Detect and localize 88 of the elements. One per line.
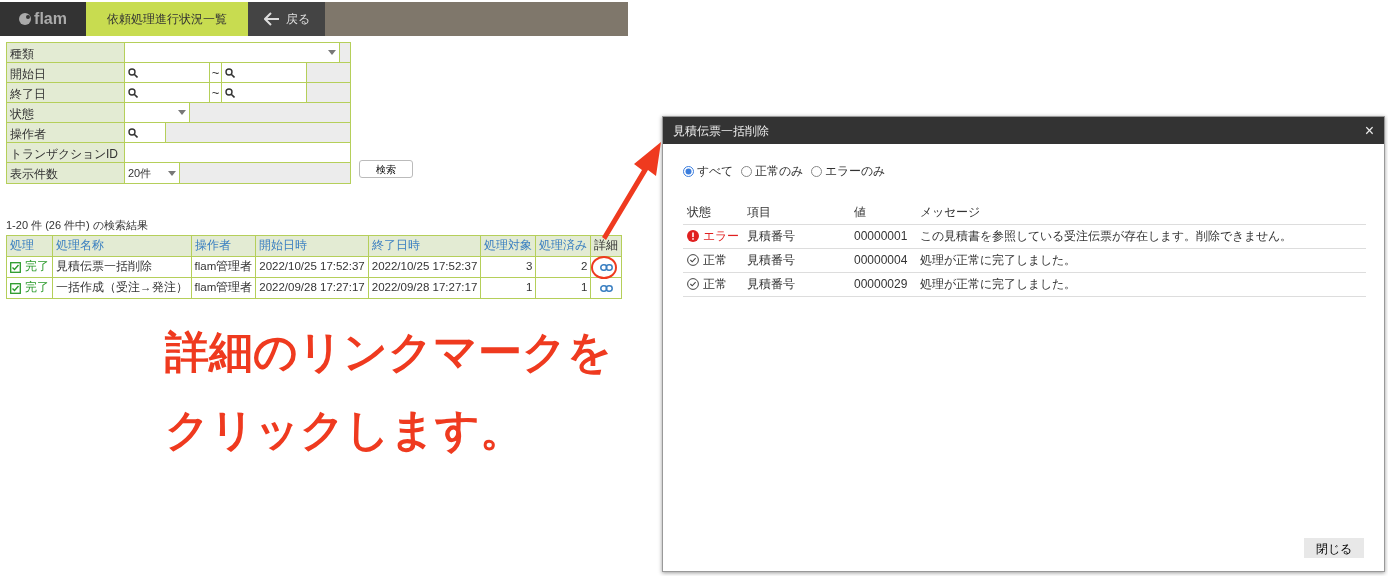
status-text: 正常 — [703, 277, 727, 291]
table-cell: 2022/10/25 17:52:37 — [255, 256, 369, 278]
select-field[interactable]: 20件 — [125, 163, 180, 183]
table-cell: 見積番号 — [743, 248, 850, 272]
table-cell: 処理が正常に完了しました。 — [916, 248, 1366, 272]
back-arrow-icon — [263, 12, 280, 26]
radio-option[interactable]: すべて — [683, 162, 733, 180]
date-field[interactable] — [222, 63, 307, 82]
link-icon[interactable] — [599, 263, 613, 271]
field-label: 種類 — [7, 43, 125, 62]
radio-icon[interactable] — [811, 165, 822, 177]
radio-label: エラーのみ — [825, 163, 885, 180]
column-header: 状態 — [683, 200, 743, 224]
table-cell: 一括作成（受注→発注） — [52, 277, 191, 299]
radio-option[interactable]: 正常のみ — [741, 162, 803, 180]
table-cell: 1 — [480, 277, 536, 299]
close-button[interactable]: × — [1364, 122, 1374, 139]
field-label: トランザクションID — [7, 143, 125, 162]
radio-icon[interactable] — [683, 165, 694, 177]
link-icon[interactable] — [599, 284, 613, 292]
range-separator: ~ — [211, 63, 220, 82]
table-cell: 1 — [535, 277, 591, 299]
search-button[interactable]: 検索 — [359, 160, 413, 178]
result-summary: 1-20 件 (26 件中) の検索結果 — [6, 218, 149, 231]
column-header[interactable]: 処理 — [6, 235, 53, 257]
column-header[interactable]: 操作者 — [191, 235, 256, 257]
close-dialog-button[interactable]: 閉じる — [1304, 538, 1364, 558]
radio-label: すべて — [697, 163, 733, 180]
field-label: 状態 — [7, 103, 125, 122]
table-cell: 3 — [480, 256, 536, 278]
column-header: 詳細 — [590, 235, 622, 257]
table-cell: 2022/10/25 17:52:37 — [368, 256, 481, 278]
table-cell: 2022/09/28 17:27:17 — [255, 277, 369, 299]
table-cell: 2022/09/28 17:27:17 — [368, 277, 481, 299]
logo-mark-icon — [19, 13, 32, 25]
select-value: 20件 — [128, 165, 152, 181]
field-label: 開始日 — [7, 63, 125, 82]
date-field[interactable] — [222, 83, 307, 102]
search-icon — [225, 67, 235, 78]
check-circle-icon — [687, 278, 699, 290]
search-icon — [128, 67, 138, 78]
dropdown-caret-icon — [328, 50, 336, 55]
radio-option[interactable]: エラーのみ — [811, 162, 885, 180]
search-icon — [225, 87, 235, 98]
logo-text: flam — [34, 9, 67, 29]
column-header[interactable]: 開始日時 — [255, 235, 369, 257]
status-text: 正常 — [703, 253, 727, 267]
column-header[interactable]: 処理名称 — [52, 235, 191, 257]
dropdown-caret-icon — [168, 170, 176, 176]
search-icon — [128, 127, 138, 138]
column-header: メッセージ — [916, 200, 1366, 224]
caption-text: 詳細のリンクマークを — [165, 326, 613, 378]
caption-text: クリックします。 — [165, 404, 525, 456]
column-header[interactable]: 処理対象 — [480, 235, 536, 257]
dialog-title: 見積伝票一括削除 — [673, 122, 769, 140]
table-cell: 見積伝票一括削除 — [52, 256, 191, 278]
date-field[interactable] — [125, 63, 210, 82]
table-cell: 見積番号 — [743, 224, 850, 248]
table-cell: flam管理者 — [191, 256, 256, 278]
radio-icon[interactable] — [741, 165, 752, 177]
field-label: 表示件数 — [7, 163, 125, 183]
table-cell: 00000001 — [850, 224, 916, 248]
dropdown-caret-icon — [178, 110, 186, 115]
status-text: 完了 — [25, 281, 49, 294]
table-cell: flam管理者 — [191, 277, 256, 299]
column-header: 項目 — [743, 200, 850, 224]
column-header[interactable]: 処理済み — [535, 235, 591, 257]
table-cell: 見積番号 — [743, 272, 850, 296]
table-cell: 2 — [535, 256, 591, 278]
date-field[interactable] — [125, 83, 210, 102]
page-tab[interactable]: 依頼処理進行状況一覧 — [86, 2, 248, 36]
range-separator: ~ — [211, 83, 220, 102]
table-cell: 00000004 — [850, 248, 916, 272]
field-label: 終了日 — [7, 83, 125, 102]
table-cell: 処理が正常に完了しました。 — [916, 272, 1366, 296]
table-cell: 00000029 — [850, 272, 916, 296]
column-header[interactable]: 終了日時 — [368, 235, 481, 257]
radio-label: 正常のみ — [755, 163, 803, 180]
error-icon — [687, 230, 699, 242]
table-cell: この見積書を参照している受注伝票が存在します。削除できません。 — [916, 224, 1366, 248]
check-circle-icon — [687, 254, 699, 266]
search-icon — [128, 87, 138, 98]
column-header: 値 — [850, 200, 916, 224]
status-text: 完了 — [25, 260, 49, 273]
status-text: エラー — [703, 229, 739, 243]
back-button[interactable]: 戻る — [248, 2, 325, 36]
search-field[interactable] — [125, 123, 166, 142]
field-label: 操作者 — [7, 123, 125, 142]
